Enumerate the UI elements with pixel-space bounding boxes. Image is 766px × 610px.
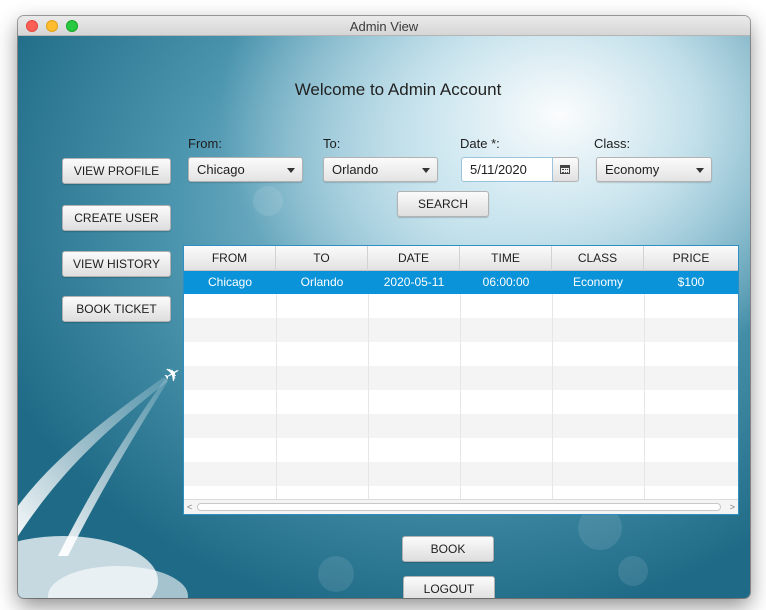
- column-header-price[interactable]: PRICE: [644, 246, 738, 271]
- scrollbar-thumb[interactable]: [197, 503, 721, 511]
- from-select[interactable]: Chicago: [188, 157, 303, 182]
- logout-button[interactable]: LOGOUT: [403, 576, 495, 598]
- calendar-icon: [560, 165, 570, 174]
- date-field[interactable]: 5/11/2020: [461, 157, 553, 182]
- title-bar: Admin View: [18, 16, 750, 36]
- chevron-down-icon: [287, 168, 295, 173]
- table-row[interactable]: Chicago Orlando 2020-05-11 06:00:00 Econ…: [184, 271, 738, 294]
- cell-from: Chicago: [207, 275, 253, 289]
- chevron-down-icon: [422, 168, 430, 173]
- window-title: Admin View: [349, 19, 419, 34]
- main-content: ✈ Welcome to Admin Account VIEW PROFILE …: [18, 36, 750, 598]
- create-user-button[interactable]: CREATE USER: [62, 205, 171, 231]
- class-select-value: Economy: [605, 162, 660, 177]
- cell-to: Orlando: [300, 275, 344, 289]
- date-label: Date *:: [460, 136, 500, 151]
- column-header-from[interactable]: FROM: [184, 246, 276, 271]
- column-header-date[interactable]: DATE: [368, 246, 460, 271]
- from-label: From:: [188, 136, 222, 151]
- page-title: Welcome to Admin Account: [294, 80, 502, 99]
- column-header-class[interactable]: CLASS: [552, 246, 644, 271]
- from-select-value: Chicago: [197, 162, 245, 177]
- horizontal-scrollbar[interactable]: < >: [184, 499, 738, 514]
- table-header: FROM TO DATE TIME CLASS PRICE: [184, 246, 738, 271]
- flights-table[interactable]: FROM TO DATE TIME CLASS PRICE Chicago Or…: [183, 245, 739, 515]
- to-select[interactable]: Orlando: [323, 157, 438, 182]
- search-button[interactable]: SEARCH: [397, 191, 489, 217]
- cell-time: 06:00:00: [482, 275, 530, 289]
- date-picker-button[interactable]: [553, 157, 579, 182]
- scroll-right-icon[interactable]: >: [730, 502, 735, 512]
- cell-date: 2020-05-11: [383, 275, 445, 289]
- column-header-to[interactable]: TO: [276, 246, 368, 271]
- scroll-left-icon[interactable]: <: [187, 502, 192, 512]
- class-select[interactable]: Economy: [596, 157, 712, 182]
- admin-view-window: Admin View ✈ Welcome to Admin Account VI…: [18, 16, 750, 598]
- book-ticket-button[interactable]: BOOK TICKET: [62, 296, 171, 322]
- to-label: To:: [323, 136, 341, 151]
- chevron-down-icon: [696, 168, 704, 173]
- cell-class: Economy: [572, 275, 624, 289]
- cell-price: $100: [677, 275, 705, 289]
- book-button[interactable]: BOOK: [402, 536, 494, 562]
- view-profile-button[interactable]: VIEW PROFILE: [62, 158, 171, 184]
- view-history-button[interactable]: VIEW HISTORY: [62, 251, 171, 277]
- class-label: Class:: [594, 136, 631, 151]
- column-header-time[interactable]: TIME: [460, 246, 552, 271]
- to-select-value: Orlando: [332, 162, 379, 177]
